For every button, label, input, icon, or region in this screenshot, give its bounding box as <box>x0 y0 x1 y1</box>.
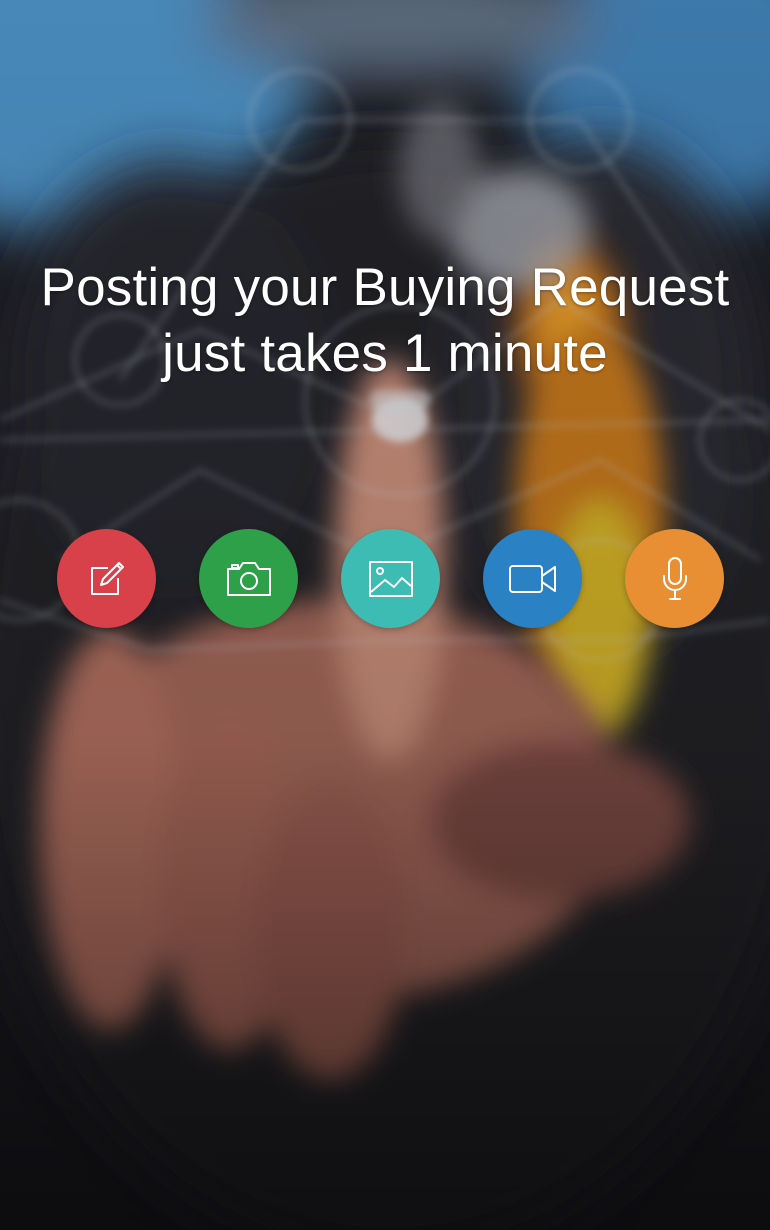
post-method-buttons <box>57 529 724 628</box>
camera-button[interactable] <box>199 529 298 628</box>
text-request-button[interactable] <box>57 529 156 628</box>
image-icon <box>368 560 413 597</box>
headline-line-2: just takes 1 minute <box>162 324 608 383</box>
microphone-icon <box>662 556 687 600</box>
edit-icon <box>90 561 124 595</box>
video-icon <box>508 564 556 593</box>
headline-line-1: Posting your Buying Request <box>40 258 730 317</box>
headline: Posting your Buying Request just takes 1… <box>0 255 770 387</box>
gallery-button[interactable] <box>341 529 440 628</box>
voice-button[interactable] <box>625 529 724 628</box>
camera-icon <box>226 561 271 596</box>
video-button[interactable] <box>483 529 582 628</box>
